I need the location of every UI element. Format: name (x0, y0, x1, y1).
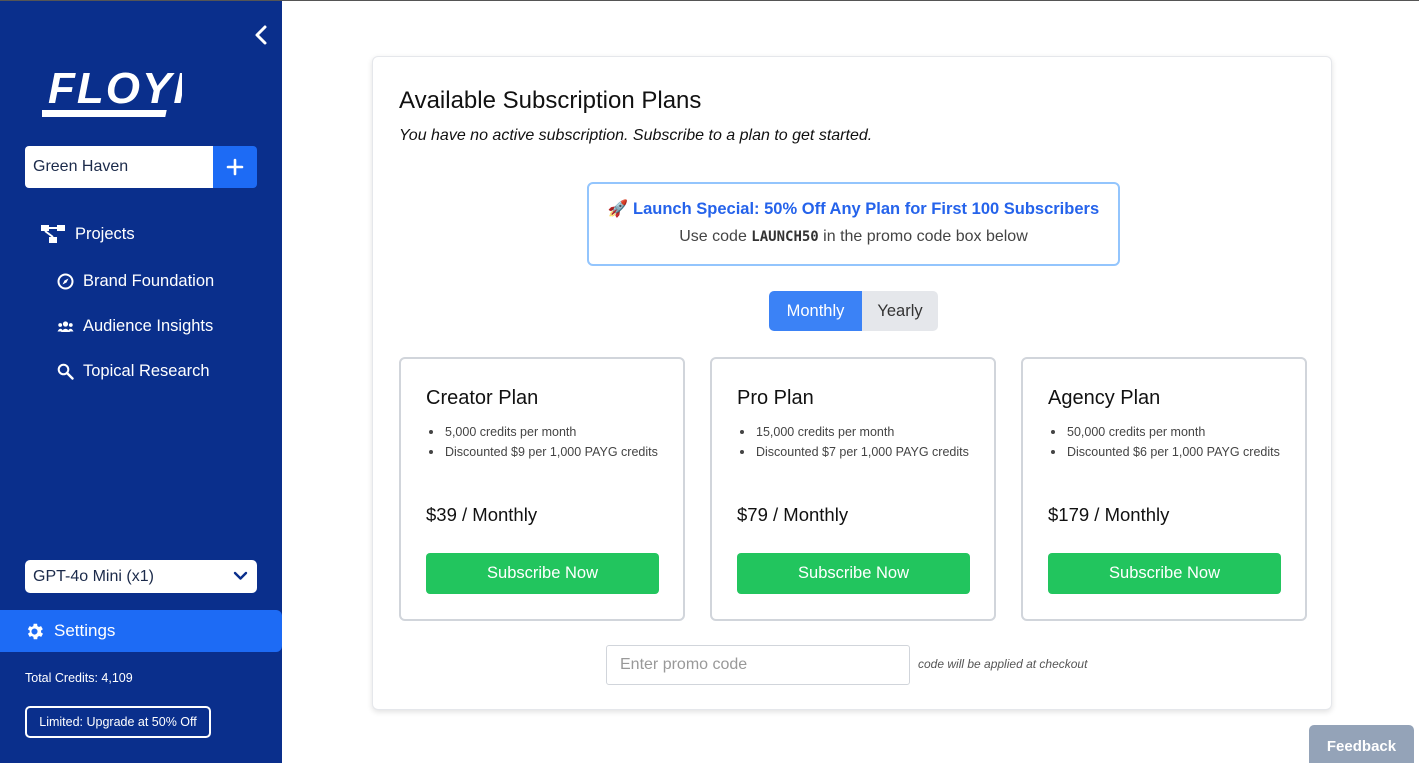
sidebar-item-settings[interactable]: Settings (0, 610, 282, 652)
plan-features: 50,000 credits per month Discounted $6 p… (1048, 422, 1288, 462)
feedback-button[interactable]: Feedback (1309, 725, 1414, 763)
plan-feature: 5,000 credits per month (426, 422, 666, 442)
rocket-icon: 🚀 (607, 200, 629, 218)
sidebar-item-label: Brand Foundation (83, 272, 215, 290)
promo-headline: 🚀 Launch Special: 50% Off Any Plan for F… (589, 200, 1118, 219)
promo-pre: Use code (679, 228, 752, 245)
users-icon (57, 321, 74, 332)
sidebar-item-brand-foundation[interactable]: Brand Foundation (57, 272, 214, 291)
promo-instructions: Use code LAUNCH50 in the promo code box … (589, 228, 1118, 246)
billing-toggle: Monthly Yearly (769, 291, 938, 331)
total-credits: Total Credits: 4,109 (25, 671, 133, 685)
plan-card-creator: Creator Plan 5,000 credits per month Dis… (399, 357, 685, 621)
plan-name: Agency Plan (1048, 387, 1161, 409)
sidebar-item-label: Projects (75, 224, 135, 243)
compass-icon (57, 273, 74, 290)
svg-text:FLOYI: FLOYI (48, 64, 182, 113)
page-subtitle: You have no active subscription. Subscri… (399, 127, 873, 144)
plan-feature: 50,000 credits per month (1048, 422, 1288, 442)
sidebar-item-topical-research[interactable]: Topical Research (57, 362, 210, 381)
page-title: Available Subscription Plans (399, 87, 702, 114)
subscribe-button[interactable]: Subscribe Now (1048, 553, 1281, 594)
plan-feature: Discounted $9 per 1,000 PAYG credits (426, 442, 666, 462)
promo-note: code will be applied at checkout (918, 657, 1088, 671)
plan-feature: Discounted $7 per 1,000 PAYG credits (737, 442, 977, 462)
chevron-down-icon (233, 571, 248, 580)
launch-special-banner: 🚀 Launch Special: 50% Off Any Plan for F… (587, 182, 1120, 266)
plan-price: $39 / Monthly (426, 504, 538, 525)
model-select-value: GPT-4o Mini (x1) (33, 568, 154, 585)
subscription-card: Available Subscription Plans You have no… (372, 56, 1332, 710)
promo-code-input[interactable] (606, 645, 910, 685)
sitemap-icon (41, 225, 65, 243)
plan-features: 15,000 credits per month Discounted $7 p… (737, 422, 977, 462)
plan-feature: Discounted $6 per 1,000 PAYG credits (1048, 442, 1288, 462)
sidebar-item-label: Topical Research (83, 362, 210, 380)
sidebar-item-label: Audience Insights (83, 317, 214, 335)
workspace-name[interactable]: Green Haven (25, 146, 213, 188)
search-icon (57, 363, 74, 380)
floyi-logo[interactable]: FLOYI (31, 57, 186, 123)
workspace-selector: Green Haven (25, 146, 257, 188)
add-workspace-button[interactable] (213, 146, 257, 188)
subscribe-button[interactable]: Subscribe Now (426, 553, 659, 594)
gear-icon (27, 623, 43, 639)
settings-label: Settings (54, 621, 116, 640)
plan-name: Creator Plan (426, 387, 539, 409)
toggle-yearly[interactable]: Yearly (862, 291, 938, 331)
sidebar-item-audience-insights[interactable]: Audience Insights (57, 317, 213, 336)
plan-card-pro: Pro Plan 15,000 credits per month Discou… (710, 357, 996, 621)
plan-card-agency: Agency Plan 50,000 credits per month Dis… (1021, 357, 1307, 621)
promo-code: LAUNCH50 (751, 229, 819, 245)
plan-feature: 15,000 credits per month (737, 422, 977, 442)
promo-headline-text: Launch Special: 50% Off Any Plan for Fir… (633, 200, 1100, 218)
sidebar: FLOYI Green Haven Projects Brand Foundat… (0, 1, 282, 763)
plan-price: $79 / Monthly (737, 504, 849, 525)
plan-price: $179 / Monthly (1048, 504, 1170, 525)
model-select[interactable]: GPT-4o Mini (x1) (25, 560, 257, 593)
toggle-monthly[interactable]: Monthly (769, 291, 862, 331)
upgrade-button[interactable]: Limited: Upgrade at 50% Off (25, 706, 211, 738)
promo-post: in the promo code box below (818, 228, 1028, 245)
subscribe-button[interactable]: Subscribe Now (737, 553, 970, 594)
plan-name: Pro Plan (737, 387, 814, 409)
plus-icon (226, 158, 244, 176)
plan-features: 5,000 credits per month Discounted $9 pe… (426, 422, 666, 462)
chevron-left-icon[interactable] (250, 23, 272, 47)
sidebar-item-projects[interactable]: Projects (40, 223, 135, 245)
